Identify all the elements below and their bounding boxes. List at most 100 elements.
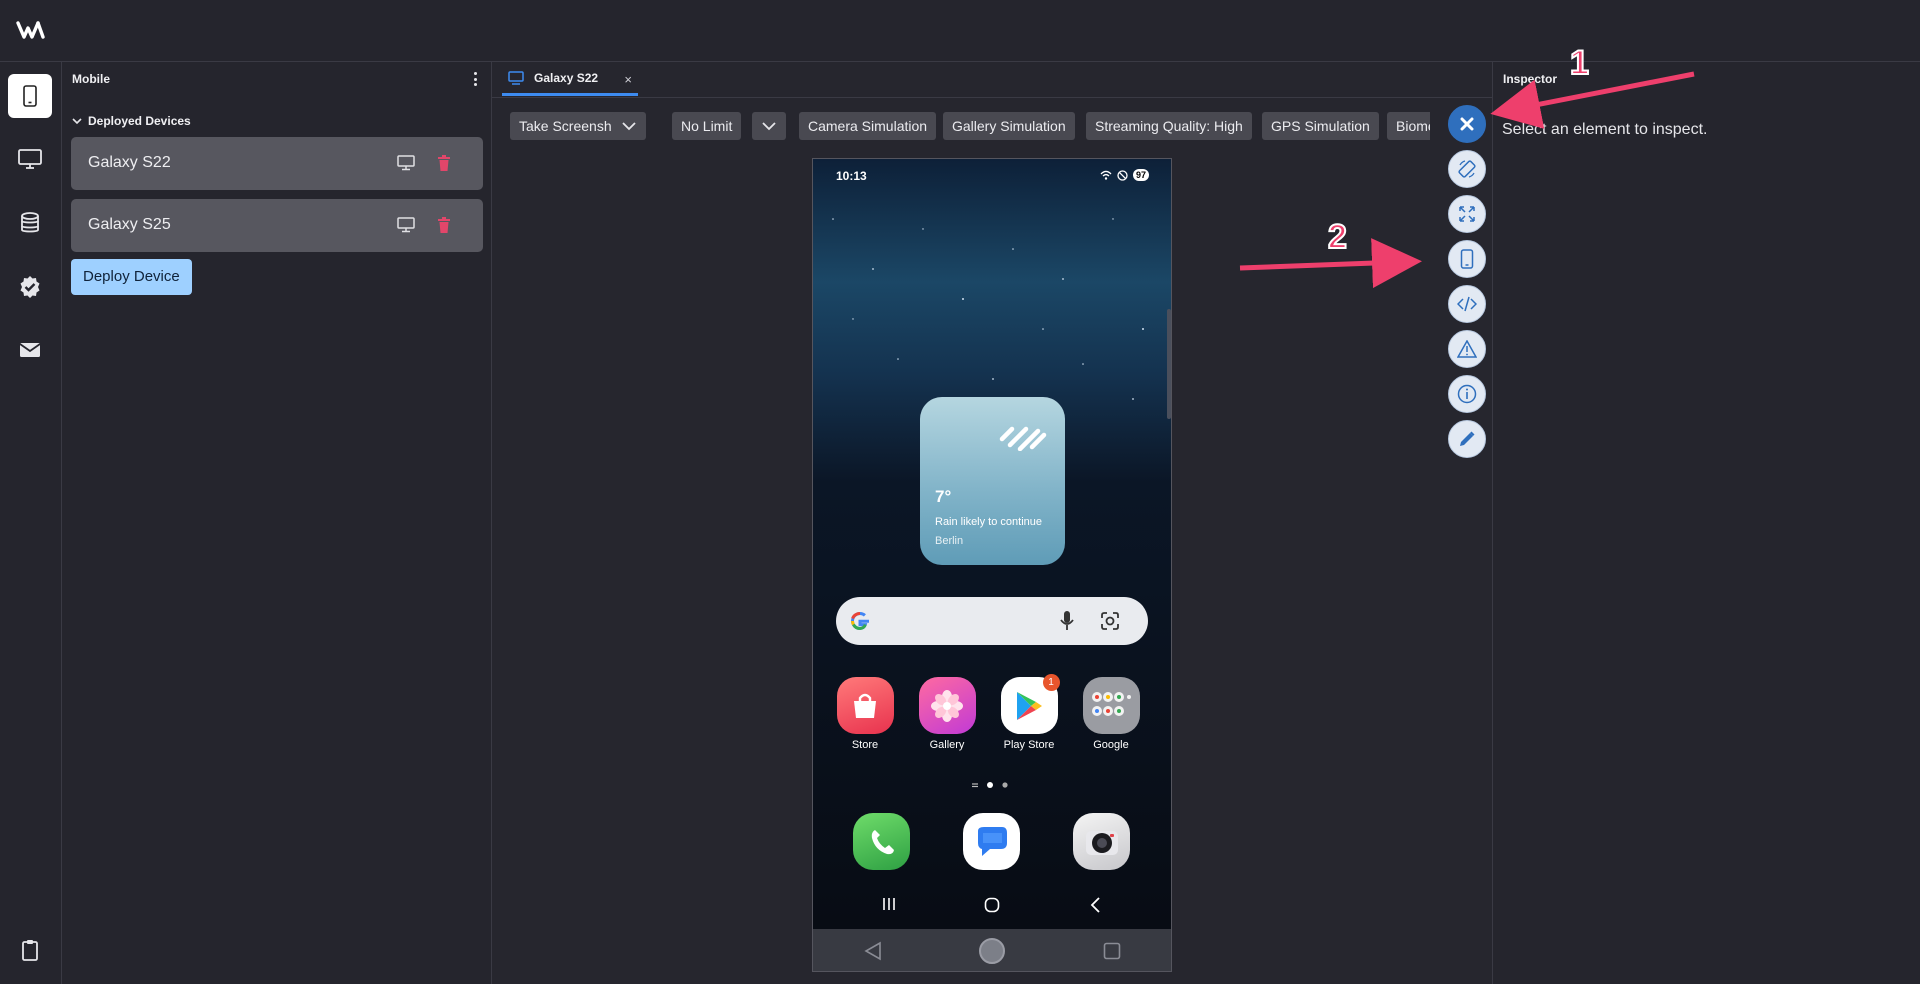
- monitor-icon[interactable]: [395, 153, 417, 173]
- warnings-button[interactable]: [1448, 330, 1486, 368]
- deploy-device-button[interactable]: Deploy Device: [71, 259, 192, 295]
- rail-database-button[interactable]: [8, 201, 52, 245]
- gallery-flower-icon: [918, 677, 976, 734]
- weather-city: Berlin: [935, 535, 964, 547]
- monitor-icon[interactable]: [395, 215, 417, 235]
- emu-home-icon[interactable]: [978, 937, 1006, 965]
- device-screen[interactable]: 10:13 97 7° Rain likely to continue Berl…: [812, 158, 1172, 972]
- settings-badge-icon: [20, 276, 40, 298]
- top-bar: [0, 0, 1920, 62]
- inspector-message: Select an element to inspect.: [1502, 121, 1708, 138]
- app-gallery[interactable]: Gallery: [915, 677, 979, 751]
- rotate-button[interactable]: [1448, 150, 1486, 188]
- screenshot-dropdown-button[interactable]: [612, 112, 646, 140]
- wifi-icon: [1100, 170, 1112, 180]
- trash-icon[interactable]: [433, 153, 455, 173]
- page-indicator: [972, 782, 1008, 788]
- streaming-quality-button[interactable]: Streaming Quality: High: [1086, 112, 1252, 140]
- close-inspector-button[interactable]: [1448, 105, 1486, 143]
- tab-galaxy-s22[interactable]: Galaxy S22 ×: [502, 62, 638, 96]
- panel-title: Mobile: [72, 72, 110, 86]
- home-nav-icon[interactable]: [984, 897, 1000, 913]
- phone-icon: [23, 85, 37, 107]
- app-store[interactable]: Store: [833, 677, 897, 751]
- weather-widget[interactable]: 7° Rain likely to continue Berlin: [920, 397, 1065, 565]
- section-label: Deployed Devices: [88, 114, 191, 128]
- google-folder-icon: [1082, 677, 1140, 734]
- battery-level: 97: [1132, 169, 1149, 181]
- rain-icon: [999, 426, 1047, 451]
- biometric-button[interactable]: Biome: [1387, 112, 1430, 140]
- phone-app-icon[interactable]: [853, 813, 910, 870]
- close-icon: [1460, 117, 1474, 131]
- dnd-icon: [1117, 169, 1128, 181]
- microphone-icon[interactable]: [1060, 610, 1074, 632]
- emulator-nav-bar: [813, 929, 1171, 971]
- tab-label: Galaxy S22: [534, 70, 599, 85]
- edit-button[interactable]: [1448, 420, 1486, 458]
- lens-icon[interactable]: [1100, 611, 1120, 631]
- play-store-icon: 1: [1000, 674, 1060, 734]
- gps-simulation-button[interactable]: GPS Simulation: [1262, 112, 1379, 140]
- app-label: Store: [851, 739, 879, 751]
- inspector-title: Inspector: [1503, 72, 1558, 86]
- back-nav-icon[interactable]: [1089, 897, 1101, 913]
- tab-close-icon[interactable]: ×: [624, 72, 632, 87]
- chevron-down-icon: [72, 118, 82, 125]
- monitor-icon: [508, 70, 524, 85]
- mail-icon: [19, 343, 41, 357]
- annotation-marker-2: 2: [1327, 217, 1348, 257]
- annotation-marker-1: 1: [1569, 43, 1590, 83]
- deployed-devices-section[interactable]: Deployed Devices: [72, 114, 191, 128]
- device-name: Galaxy S25: [88, 216, 171, 233]
- google-search-bar[interactable]: [836, 597, 1148, 645]
- camera-simulation-button[interactable]: Camera Simulation: [799, 112, 937, 140]
- status-icons: 97: [1100, 169, 1149, 181]
- recents-nav-icon[interactable]: [881, 897, 897, 911]
- rail-clipboard-button[interactable]: [8, 928, 52, 972]
- messages-app-icon[interactable]: [963, 813, 1020, 870]
- tab-bar: Galaxy S22 ×: [492, 62, 1493, 98]
- devices-panel: Mobile Deployed Devices Galaxy S22 Galax…: [62, 62, 492, 984]
- store-bag-icon: [836, 677, 894, 734]
- device-row-galaxy-s25[interactable]: Galaxy S25: [71, 199, 483, 252]
- status-time: 10:13: [836, 169, 867, 183]
- device-name: Galaxy S22: [88, 154, 171, 171]
- more-options-icon[interactable]: [469, 70, 481, 88]
- google-g-icon: [850, 611, 869, 631]
- rail-desktop-button[interactable]: [8, 137, 52, 181]
- weather-temperature: 7°: [935, 487, 952, 506]
- inspector-panel: Inspector Select an element to inspect.: [1493, 62, 1920, 984]
- info-button[interactable]: [1448, 375, 1486, 413]
- nav-rail: [0, 62, 62, 984]
- pencil-icon: [1460, 431, 1475, 446]
- app-google-folder[interactable]: Google: [1079, 677, 1143, 751]
- fullscreen-button[interactable]: [1448, 195, 1486, 233]
- limit-dropdown-button[interactable]: [752, 112, 786, 140]
- code-button[interactable]: [1448, 285, 1486, 323]
- app-label: Gallery: [929, 739, 965, 751]
- app-play-store[interactable]: 1 Play Store: [997, 674, 1061, 751]
- rail-mail-button[interactable]: [8, 328, 52, 372]
- device-workspace: Galaxy S22 × Take Screenshot No Limit Ca…: [492, 62, 1493, 984]
- device-frame-button[interactable]: [1448, 240, 1486, 278]
- gallery-simulation-button[interactable]: Gallery Simulation: [943, 112, 1075, 140]
- fullscreen-icon: [1459, 206, 1475, 222]
- emu-back-icon[interactable]: [863, 941, 883, 961]
- device-row-galaxy-s22[interactable]: Galaxy S22: [71, 137, 483, 190]
- rail-mobile-button[interactable]: [8, 74, 52, 118]
- app-label: Google: [1093, 739, 1129, 751]
- wm-logo-icon[interactable]: [16, 19, 46, 41]
- limit-select[interactable]: No Limit: [672, 112, 742, 140]
- rail-settings-button[interactable]: [8, 265, 52, 309]
- chevron-down-icon: [622, 121, 636, 130]
- code-icon: [1457, 296, 1477, 312]
- clipboard-icon: [22, 940, 38, 961]
- trash-icon[interactable]: [433, 215, 455, 235]
- device-toolbar: Take Screenshot No Limit Camera Simulati…: [510, 112, 1430, 140]
- database-icon: [21, 212, 39, 233]
- camera-app-icon[interactable]: [1073, 813, 1130, 870]
- info-icon: [1457, 384, 1477, 404]
- screen-scrollbar[interactable]: [1167, 309, 1171, 419]
- emu-overview-icon[interactable]: [1103, 942, 1121, 960]
